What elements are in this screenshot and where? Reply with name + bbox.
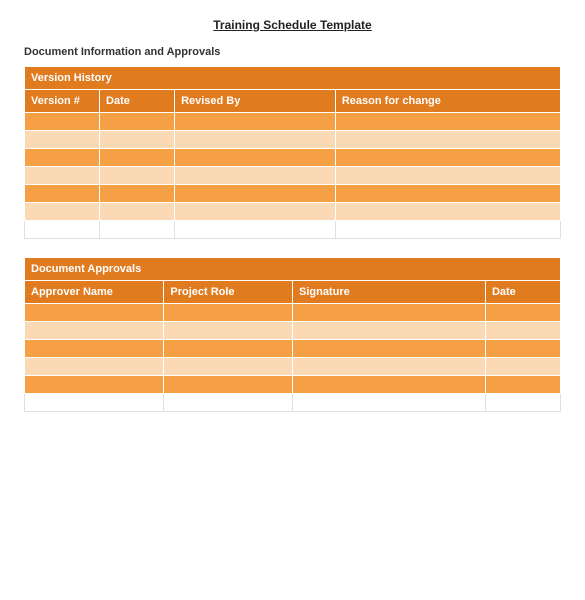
- vh-col-reason: Reason for change: [335, 90, 560, 113]
- vh-empty4: [335, 221, 560, 239]
- table-row: [25, 322, 561, 340]
- vh-r5-revised: [175, 185, 336, 203]
- table-row: [25, 376, 561, 394]
- doc-info-label: Document Information and Approvals: [24, 46, 561, 58]
- da-col-signature: Signature: [292, 281, 485, 304]
- vh-r1-reason: [335, 113, 560, 131]
- da-r2-role: [164, 322, 293, 340]
- version-history-title: Version History: [25, 67, 561, 90]
- vh-r3-version: [25, 149, 100, 167]
- vh-r1-version: [25, 113, 100, 131]
- table-row: [25, 113, 561, 131]
- vh-col-version: Version #: [25, 90, 100, 113]
- da-r4-date: [485, 358, 560, 376]
- table-row: [25, 149, 561, 167]
- page: Training Schedule Template Document Info…: [0, 0, 585, 600]
- vh-empty1: [25, 221, 100, 239]
- da-empty1: [25, 394, 164, 412]
- vh-col-date: Date: [100, 90, 175, 113]
- vh-r5-version: [25, 185, 100, 203]
- vh-col-revised: Revised By: [175, 90, 336, 113]
- da-r3-sig: [292, 340, 485, 358]
- document-approvals-table: Document Approvals Approver Name Project…: [24, 257, 561, 412]
- da-r4-sig: [292, 358, 485, 376]
- da-empty3: [292, 394, 485, 412]
- vh-r6-revised: [175, 203, 336, 221]
- da-r3-approver: [25, 340, 164, 358]
- da-r5-role: [164, 376, 293, 394]
- vh-r1-date: [100, 113, 175, 131]
- vh-r3-revised: [175, 149, 336, 167]
- vh-r4-revised: [175, 167, 336, 185]
- da-r3-date: [485, 340, 560, 358]
- table-row: [25, 358, 561, 376]
- da-col-approver: Approver Name: [25, 281, 164, 304]
- vh-r2-reason: [335, 131, 560, 149]
- page-title: Training Schedule Template: [24, 18, 561, 32]
- vh-r6-version: [25, 203, 100, 221]
- vh-r4-version: [25, 167, 100, 185]
- da-r2-sig: [292, 322, 485, 340]
- table-row: [25, 394, 561, 412]
- table-row: [25, 167, 561, 185]
- vh-r1-revised: [175, 113, 336, 131]
- vh-empty3: [175, 221, 336, 239]
- doc-approvals-header-row: Document Approvals: [25, 258, 561, 281]
- da-r1-date: [485, 304, 560, 322]
- vh-r2-revised: [175, 131, 336, 149]
- table-row: [25, 304, 561, 322]
- da-r5-date: [485, 376, 560, 394]
- document-approvals-section: Document Approvals Approver Name Project…: [24, 257, 561, 412]
- da-r1-approver: [25, 304, 164, 322]
- vh-r4-reason: [335, 167, 560, 185]
- table-row: [25, 340, 561, 358]
- da-col-date: Date: [485, 281, 560, 304]
- version-history-table: Version History Version # Date Revised B…: [24, 66, 561, 239]
- vh-r5-date: [100, 185, 175, 203]
- version-history-col-headers: Version # Date Revised By Reason for cha…: [25, 90, 561, 113]
- da-empty2: [164, 394, 293, 412]
- doc-approvals-col-headers: Approver Name Project Role Signature Dat…: [25, 281, 561, 304]
- da-r3-role: [164, 340, 293, 358]
- vh-r3-reason: [335, 149, 560, 167]
- da-r5-approver: [25, 376, 164, 394]
- doc-approvals-title: Document Approvals: [25, 258, 561, 281]
- da-r4-role: [164, 358, 293, 376]
- vh-r2-date: [100, 131, 175, 149]
- vh-r6-reason: [335, 203, 560, 221]
- vh-r6-date: [100, 203, 175, 221]
- table-row: [25, 221, 561, 239]
- table-row: [25, 203, 561, 221]
- table-row: [25, 185, 561, 203]
- table-row: [25, 131, 561, 149]
- da-r1-role: [164, 304, 293, 322]
- version-history-header-row: Version History: [25, 67, 561, 90]
- version-history-section: Version History Version # Date Revised B…: [24, 66, 561, 239]
- da-r2-approver: [25, 322, 164, 340]
- vh-r4-date: [100, 167, 175, 185]
- da-r1-sig: [292, 304, 485, 322]
- vh-r3-date: [100, 149, 175, 167]
- da-col-role: Project Role: [164, 281, 293, 304]
- vh-r5-reason: [335, 185, 560, 203]
- vh-r2-version: [25, 131, 100, 149]
- da-r4-approver: [25, 358, 164, 376]
- da-r2-date: [485, 322, 560, 340]
- da-r5-sig: [292, 376, 485, 394]
- da-empty4: [485, 394, 560, 412]
- vh-empty2: [100, 221, 175, 239]
